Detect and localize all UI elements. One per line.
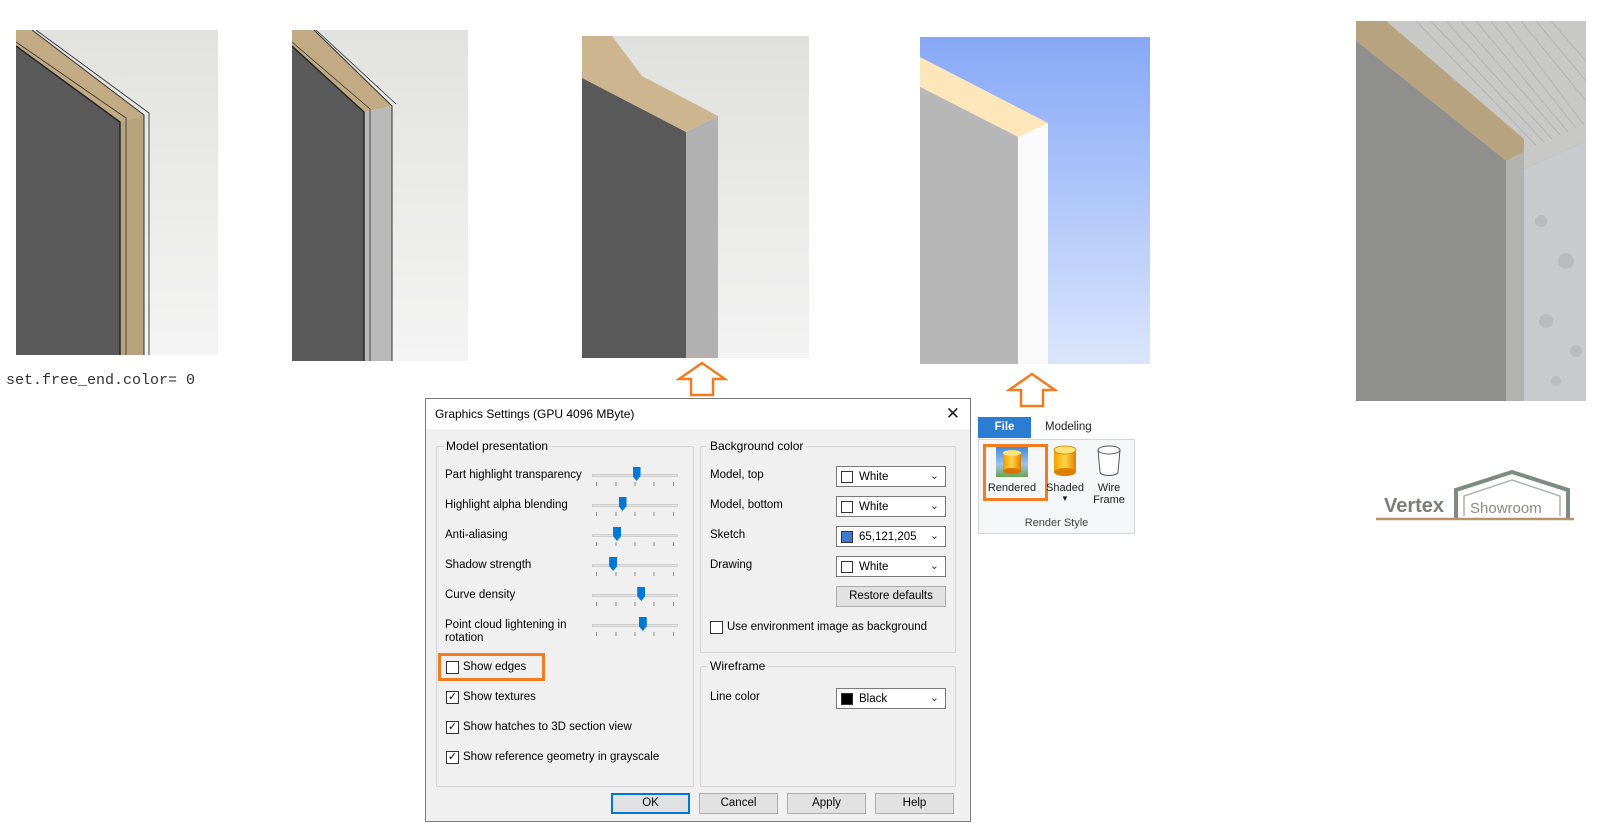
shaded-label: Shaded [1046, 482, 1084, 494]
dropdown-arrow-icon[interactable]: ▼ [1042, 494, 1088, 503]
arrow-up-icon [1006, 372, 1058, 408]
logo-word: Vertex [1384, 495, 1445, 517]
line-color-label: Line color [710, 691, 760, 703]
dialog-title-bar: Graphics Settings (GPU 4096 MByte) ✕ [426, 399, 970, 429]
checkbox-label: Use environment image as background [727, 621, 928, 633]
shaded-cylinder-icon [1053, 445, 1077, 476]
sketch-color-select[interactable]: 65,121,205 ⌄ [836, 526, 946, 547]
show-reference-geometry-checkbox[interactable]: ✓ [446, 751, 459, 764]
code-snippet: set.free_end.color= 0 [6, 372, 196, 389]
wireframe-button[interactable]: Wire Frame [1086, 442, 1132, 506]
checkbox-label: Show textures [463, 691, 536, 703]
wireframe-label: Wire Frame [1093, 482, 1125, 506]
tab-file[interactable]: File [978, 417, 1031, 438]
highlight-alpha-blending-slider[interactable] [592, 496, 678, 516]
apply-button[interactable]: Apply [787, 793, 866, 814]
render-style-ribbon: File Modeling Rendered Shaded ▼ Wire Fra… [978, 417, 1135, 534]
select-value: White [859, 471, 889, 483]
vertex-showroom-logo: Vertex Showroom [1374, 470, 1574, 522]
chevron-down-icon: ⌄ [929, 500, 939, 512]
chevron-down-icon: ⌄ [929, 560, 939, 572]
close-icon[interactable]: ✕ [946, 404, 960, 424]
chevron-down-icon: ⌄ [929, 692, 939, 704]
shadow-strength-slider[interactable] [592, 556, 678, 576]
render-preview-showroom [1356, 21, 1586, 401]
group-label: Model presentation [443, 439, 552, 453]
bg-row-label: Model, bottom [710, 499, 783, 511]
graphics-settings-dialog: Graphics Settings (GPU 4096 MByte) ✕ Mod… [425, 398, 971, 822]
bg-row-label: Model, top [710, 469, 764, 481]
tab-modeling[interactable]: Modeling [1045, 421, 1092, 433]
render-preview-rendered [920, 37, 1150, 364]
checkbox-label: Show reference geometry in grayscale [463, 751, 660, 763]
color-swatch [841, 693, 853, 705]
curve-density-slider[interactable] [592, 586, 678, 606]
bg-row-label: Drawing [710, 559, 753, 571]
checkbox-label: Show hatches to 3D section view [463, 721, 632, 733]
slider-label: Anti-aliasing [445, 529, 508, 541]
color-swatch [841, 561, 853, 573]
help-button[interactable]: Help [875, 793, 954, 814]
select-value: 65,121,205 [859, 531, 917, 543]
cancel-button[interactable]: Cancel [699, 793, 778, 814]
model-bottom-color-select[interactable]: White ⌄ [836, 496, 946, 517]
chevron-down-icon: ⌄ [929, 530, 939, 542]
bg-row-label: Sketch [710, 529, 746, 541]
arrow-up-icon [676, 361, 728, 397]
show-textures-checkbox[interactable]: ✓ [446, 691, 459, 704]
rendered-highlight [983, 444, 1048, 501]
color-swatch [841, 531, 853, 543]
anti-aliasing-slider[interactable] [592, 526, 678, 546]
slider-label: Highlight alpha blending [445, 499, 568, 511]
shaded-button[interactable]: Shaded ▼ [1042, 442, 1088, 503]
ok-button[interactable]: OK [611, 793, 690, 814]
slider-label: Part highlight transparency [445, 469, 582, 481]
slider-label: Point cloud lightening in rotation [445, 619, 567, 644]
color-swatch [841, 471, 853, 483]
slider-label: Curve density [445, 589, 516, 601]
group-label: Wireframe [707, 659, 769, 673]
wireframe-cylinder-icon [1097, 445, 1121, 476]
color-swatch [841, 501, 853, 513]
logo-sub: Showroom [1470, 500, 1542, 517]
wireframe-group: Wireframe [700, 659, 956, 787]
chevron-down-icon: ⌄ [929, 470, 939, 482]
use-environment-image-checkbox[interactable] [710, 621, 723, 634]
group-label: Background color [707, 439, 807, 453]
restore-defaults-button[interactable]: Restore defaults [836, 586, 946, 607]
drawing-color-select[interactable]: White ⌄ [836, 556, 946, 577]
line-color-select[interactable]: Black ⌄ [836, 688, 946, 709]
part-highlight-transparency-slider[interactable] [592, 466, 678, 486]
show-hatches-checkbox[interactable]: ✓ [446, 721, 459, 734]
select-value: White [859, 501, 889, 513]
dialog-title: Graphics Settings (GPU 4096 MByte) [435, 407, 635, 421]
show-edges-highlight [438, 653, 545, 681]
select-value: Black [859, 693, 888, 705]
render-preview-no-edges [582, 36, 809, 358]
select-value: White [859, 561, 889, 573]
render-style-group-label: Render Style [1024, 517, 1089, 529]
render-preview-edges-gray [292, 30, 468, 361]
point-cloud-lightening-slider[interactable] [592, 616, 678, 636]
render-preview-default [16, 30, 218, 355]
model-top-color-select[interactable]: White ⌄ [836, 466, 946, 487]
slider-label: Shadow strength [445, 559, 532, 571]
